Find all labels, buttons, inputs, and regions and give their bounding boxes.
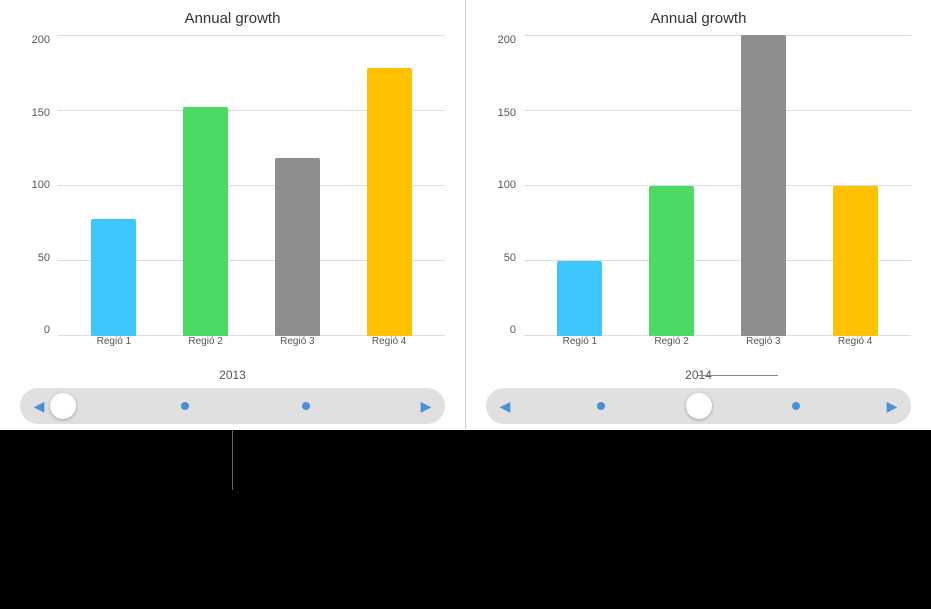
charts-area: Annual growth 200 150 100 50 0 — [0, 0, 931, 430]
bar — [741, 35, 786, 336]
annotation-line-horiz — [698, 375, 778, 376]
chart2-wrapper: 200 150 100 50 0 Regió 1Regió 2Regió 3Re… — [486, 35, 911, 366]
bar-group — [367, 35, 412, 336]
chart2-bars — [524, 35, 911, 336]
chart1-prev-button[interactable]: ◀ — [28, 395, 50, 417]
chart2-y150: 150 — [498, 108, 516, 119]
bottom-area — [0, 430, 931, 609]
chart1-y100: 100 — [32, 180, 50, 191]
chart2-thumb[interactable] — [686, 393, 712, 419]
chart1-nav: ◀ ▶ — [20, 388, 445, 424]
bar-group — [649, 35, 694, 336]
bar-group — [275, 35, 320, 336]
bar — [649, 186, 694, 337]
chart2-dot2[interactable] — [792, 402, 800, 410]
x-axis-label: Regió 1 — [97, 336, 131, 347]
bar-group — [557, 35, 602, 336]
chart2-prev-button[interactable]: ◀ — [494, 395, 516, 417]
chart1-x-labels: Regió 1 Regió 2 Regió 3 Regió 4 — [58, 336, 445, 366]
chart1-dot2[interactable] — [302, 402, 310, 410]
bar-group — [183, 35, 228, 336]
chart1-y50: 50 — [38, 253, 50, 264]
bar-group — [833, 35, 878, 336]
chart2-plot-area: Regió 1 Regió 2 Regió 3 Regió 4 — [524, 35, 911, 366]
chart1-plot-area: Regió 1 Regió 2 Regió 3 Regió 4 — [58, 35, 445, 366]
bar — [557, 261, 602, 336]
chart2-dot1[interactable] — [597, 402, 605, 410]
chart2-container: Annual growth 200 150 100 50 0 — [466, 0, 931, 430]
chart2-y0: 0 — [510, 325, 516, 336]
chart1-container: Annual growth 200 150 100 50 0 — [0, 0, 465, 430]
bar — [91, 219, 136, 336]
x-axis-label: Regió 3 — [280, 336, 314, 347]
bottom-annotation-line-left — [232, 430, 233, 490]
bar — [275, 158, 320, 336]
chart2-next-button[interactable]: ▶ — [881, 395, 903, 417]
x-axis-label: Regió 3 — [746, 336, 780, 347]
x-axis-label: Regió 4 — [372, 336, 406, 347]
chart1-y0: 0 — [44, 325, 50, 336]
chart1-y-axis: 200 150 100 50 0 — [20, 35, 50, 366]
bottom-right — [466, 430, 931, 609]
chart1-y150: 150 — [32, 108, 50, 119]
chart1-bars — [58, 35, 445, 336]
chart2-year: 2014 — [685, 368, 712, 382]
chart2-y50: 50 — [504, 253, 516, 264]
x-axis-label: Regió 1 — [563, 336, 597, 347]
bar — [367, 68, 412, 336]
x-axis-label: Regió 4 — [838, 336, 872, 347]
bar — [183, 107, 228, 336]
chart2-y200: 200 — [498, 35, 516, 46]
chart1-nav-area: ◀ ▶ — [20, 386, 445, 430]
chart1-title: Annual growth — [185, 10, 281, 27]
chart2-x-labels: Regió 1 Regió 2 Regió 3 Regió 4 — [524, 336, 911, 366]
chart2-nav-area: ◀ ▶ — [486, 386, 911, 430]
bar-group — [741, 35, 786, 336]
x-axis-label: Regió 2 — [654, 336, 688, 347]
chart1-y200: 200 — [32, 35, 50, 46]
chart1-wrapper: 200 150 100 50 0 Regió 1Regió 2Regió 3Re… — [20, 35, 445, 366]
bottom-left — [0, 430, 466, 609]
chart1-next-button[interactable]: ▶ — [415, 395, 437, 417]
bar-group — [91, 35, 136, 336]
chart2-nav: ◀ ▶ — [486, 388, 911, 424]
bar — [833, 186, 878, 337]
chart1-year: 2013 — [219, 368, 246, 382]
chart2-y100: 100 — [498, 180, 516, 191]
chart2-year-wrapper: 2014 — [486, 366, 911, 386]
x-axis-label: Regió 2 — [188, 336, 222, 347]
chart2-y-axis: 200 150 100 50 0 — [486, 35, 516, 366]
chart1-thumb[interactable] — [50, 393, 76, 419]
chart2-title: Annual growth — [651, 10, 747, 27]
chart1-dot1[interactable] — [181, 402, 189, 410]
